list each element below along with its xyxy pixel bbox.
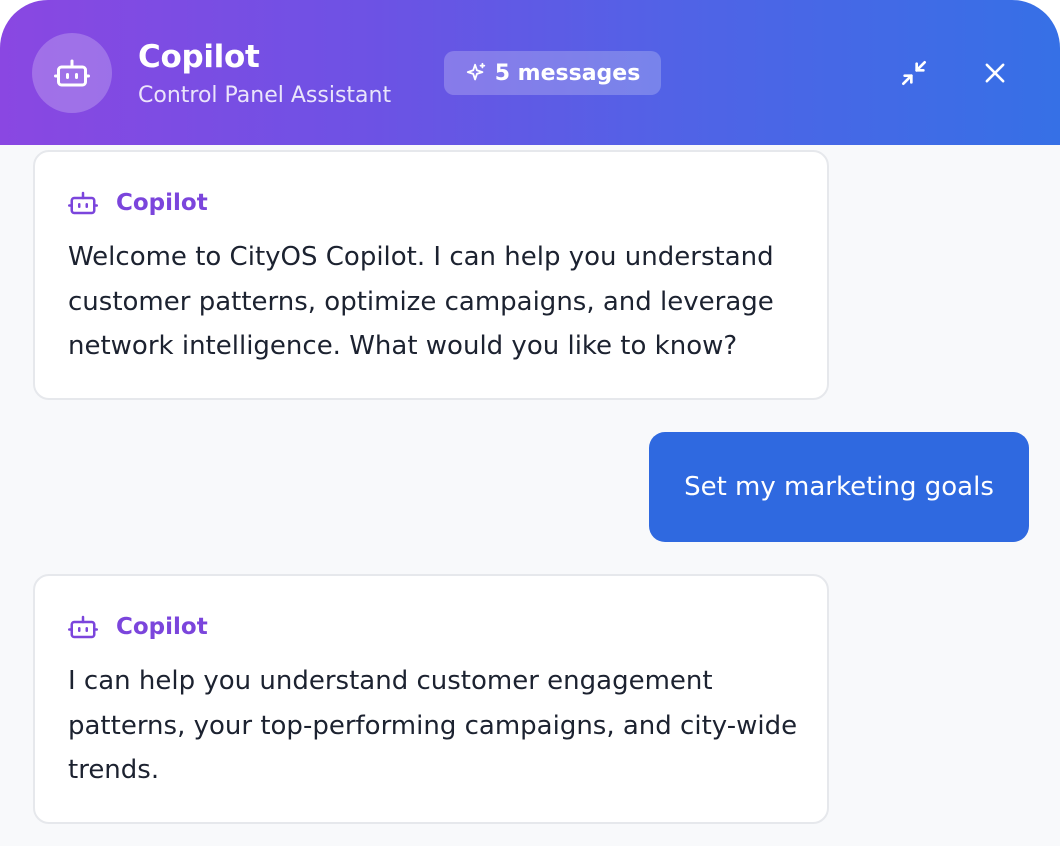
panel-subtitle: Control Panel Assistant bbox=[138, 83, 392, 108]
copilot-avatar bbox=[32, 33, 112, 113]
panel-title: Copilot bbox=[138, 39, 260, 75]
message-count-label: 5 messages bbox=[494, 60, 641, 86]
user-message-text: Set my marketing goals bbox=[684, 472, 994, 502]
message-sender-row: Copilot bbox=[68, 188, 208, 218]
close-button[interactable] bbox=[973, 51, 1017, 95]
robot-icon bbox=[54, 59, 90, 87]
sender-name: Copilot bbox=[116, 190, 208, 216]
robot-icon bbox=[68, 191, 98, 215]
panel-header: Copilot Control Panel Assistant 5 messag… bbox=[0, 0, 1060, 145]
copilot-panel: Copilot Control Panel Assistant 5 messag… bbox=[0, 0, 1060, 846]
user-message: Set my marketing goals bbox=[649, 432, 1029, 542]
message-text: I can help you understand customer engag… bbox=[68, 666, 798, 785]
message-count-badge: 5 messages bbox=[444, 51, 661, 95]
sender-name: Copilot bbox=[116, 614, 208, 640]
assistant-message: Copilot I can help you understand custom… bbox=[33, 574, 829, 824]
minimize-button[interactable] bbox=[892, 51, 936, 95]
close-icon bbox=[985, 63, 1005, 83]
assistant-message: Copilot Welcome to CityOS Copilot. I can… bbox=[33, 150, 829, 400]
message-sender-row: Copilot bbox=[68, 612, 208, 642]
sparkles-icon bbox=[466, 62, 485, 81]
robot-icon bbox=[68, 615, 98, 639]
minimize-icon bbox=[902, 61, 926, 85]
message-text: Welcome to CityOS Copilot. I can help yo… bbox=[68, 242, 774, 361]
